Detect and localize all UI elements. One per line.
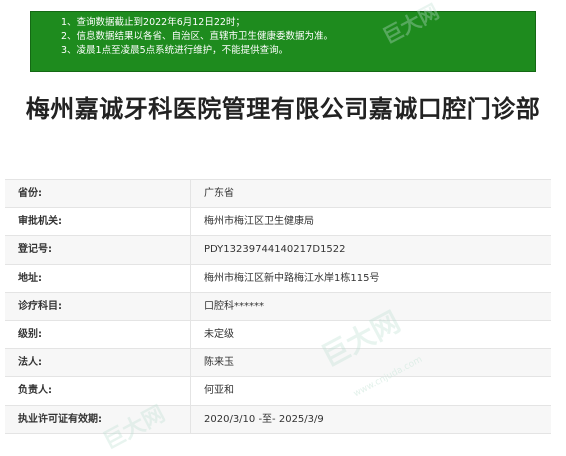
table-row: 法人: 陈来玉 <box>5 349 551 378</box>
row-label: 登记号: <box>5 236 191 264</box>
table-row: 审批机关: 梅州市梅江区卫生健康局 <box>5 208 551 237</box>
row-value: 陈来玉 <box>204 357 234 369</box>
row-label: 法人: <box>5 349 191 377</box>
table-row: 诊疗科目: 口腔科****** <box>5 292 551 321</box>
notice-line: 3、凌晨1点至凌晨5点系统进行维护，不能提供查询。 <box>61 45 289 56</box>
row-value: 梅州市梅江区卫生健康局 <box>204 216 314 228</box>
row-label: 诊疗科目: <box>5 292 191 320</box>
notice-banner: 1、查询数据截止到2022年6月12日22时； 2、信息数据结果以各省、自治区、… <box>30 11 536 72</box>
table-row: 负责人: 何亚和 <box>5 377 551 406</box>
row-label: 审批机关: <box>5 208 191 236</box>
row-value: 梅州市梅江区新中路梅江水岸1栋115号 <box>204 272 380 284</box>
page-title: 梅州嘉诚牙科医院管理有限公司嘉诚口腔门诊部 <box>25 95 541 123</box>
table-row: 执业许可证有效期: 2020/3/10 -至- 2025/3/9 <box>5 405 551 434</box>
table-row: 省份: 广东省 <box>5 180 551 209</box>
row-label: 地址: <box>5 264 191 292</box>
table-row: 登记号: PDY13239744140217D1522 <box>5 236 551 265</box>
table-row: 地址: 梅州市梅江区新中路梅江水岸1栋115号 <box>5 264 551 293</box>
info-table: 省份: 广东省 审批机关: 梅州市梅江区卫生健康局 登记号: PDY132397… <box>5 179 551 434</box>
row-value: PDY13239744140217D1522 <box>204 244 346 256</box>
row-value: 广东省 <box>204 188 234 199</box>
row-value: 未定级 <box>204 328 234 340</box>
row-value: 口腔科****** <box>204 300 264 312</box>
notice-line: 1、查询数据截止到2022年6月12日22时； <box>61 17 245 28</box>
notice-line: 2、信息数据结果以各省、自治区、直辖市卫生健康委数据为准。 <box>61 31 334 42</box>
row-label: 负责人: <box>5 377 191 405</box>
row-label: 执业许可证有效期: <box>5 405 191 433</box>
row-label: 省份: <box>5 180 191 208</box>
row-label: 级别: <box>5 320 191 349</box>
table-row: 级别: 未定级 <box>5 320 551 350</box>
row-value: 2020/3/10 -至- 2025/3/9 <box>204 413 324 425</box>
